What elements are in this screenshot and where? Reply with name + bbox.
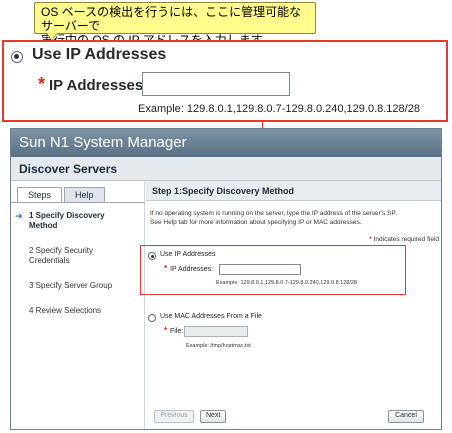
step-item-1[interactable]: ➜ 1 Specify Discovery Method <box>15 211 141 231</box>
previous-button[interactable]: Previous <box>154 410 194 423</box>
zoom-ip-field-label: IP Addresses: <box>49 77 149 94</box>
zoom-ip-radio[interactable] <box>11 51 23 63</box>
callout-note: OS ベースの検出を行うには、ここに管理可能なサーバーで 実行中の OS の I… <box>34 2 316 47</box>
zoomed-ip-section: Use IP Addresses * IP Addresses: Example… <box>2 40 448 122</box>
wizard-window: Sun N1 System Manager Discover Servers S… <box>10 128 442 430</box>
button-bar: Previous Next Cancel <box>146 408 441 428</box>
step-heading: Step 1:Specify Discovery Method <box>146 181 441 201</box>
ip-required-mark: * <box>164 264 168 273</box>
help-text: If no operating system is running on the… <box>150 210 397 226</box>
zoom-required-mark: * <box>38 74 46 94</box>
ip-addresses-input[interactable] <box>219 264 301 275</box>
zoom-ip-example: Example: 129.8.0.1,129.8.0.7-129.8.0.240… <box>138 103 420 115</box>
tab-bar: Steps Help <box>17 187 107 203</box>
mac-radio[interactable] <box>148 314 156 322</box>
step-item-4[interactable]: 4 Review Selections <box>15 306 141 316</box>
file-required-mark: * <box>164 326 168 335</box>
mac-radio-label: Use MAC Addresses From a File <box>160 313 262 320</box>
required-note: * Indicates required field <box>369 236 439 243</box>
next-button[interactable]: Next <box>200 410 226 423</box>
required-mark: * <box>369 236 372 243</box>
zoom-ip-addresses-input[interactable] <box>142 72 290 96</box>
ip-radio-label: Use IP Addresses <box>160 251 216 258</box>
file-input[interactable] <box>184 326 248 337</box>
wizard-subheader: Discover Servers <box>11 157 441 181</box>
file-example: Example: /tmp/hostmac.txt <box>186 343 251 349</box>
step-item-2[interactable]: 2 Specify Security Credentials <box>15 246 141 266</box>
step-content: Step 1:Specify Discovery Method If no op… <box>140 181 441 429</box>
tab-steps[interactable]: Steps <box>17 187 63 203</box>
callout-line-1: OS ベースの検出を行うには、ここに管理可能なサーバーで <box>41 5 302 33</box>
ip-radio[interactable] <box>148 252 156 260</box>
step-item-3[interactable]: 3 Specify Server Group <box>15 281 141 291</box>
ip-field-label: IP Addresses: <box>170 266 214 273</box>
tab-help[interactable]: Help <box>64 187 105 203</box>
zoom-ip-radio-label: Use IP Addresses <box>32 46 167 63</box>
steps-list: ➜ 1 Specify Discovery Method 2 Specify S… <box>15 211 141 331</box>
cancel-button[interactable]: Cancel <box>388 410 424 423</box>
window-title: Sun N1 System Manager <box>19 134 187 151</box>
arrow-right-icon: ➜ <box>15 211 23 221</box>
window-titlebar: Sun N1 System Manager <box>11 129 441 157</box>
file-field-label: File: <box>170 328 184 335</box>
steps-pane: Steps Help ➜ 1 Specify Discovery Method … <box>11 181 145 429</box>
ip-example: Example: 129.8.0.1,129.8.0.7-129.8.0.240… <box>216 280 357 286</box>
wizard-title: Discover Servers <box>19 162 118 176</box>
